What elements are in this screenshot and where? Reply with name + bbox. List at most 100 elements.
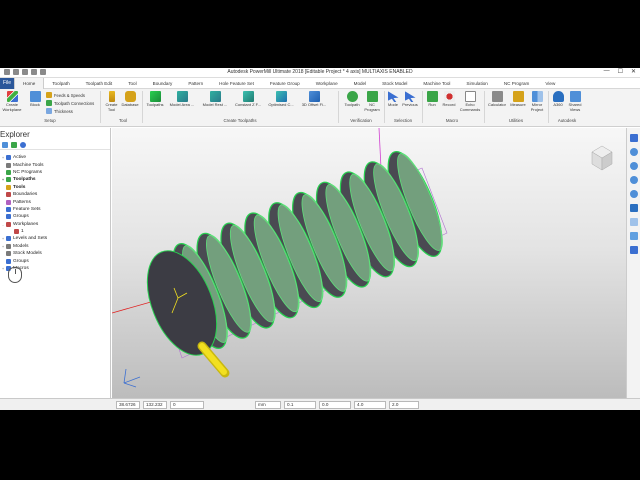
thickness-field[interactable]: 0.0 bbox=[319, 400, 351, 409]
calculator-button[interactable]: Calculator bbox=[486, 91, 508, 108]
diameter-field[interactable]: 4.0 bbox=[354, 400, 386, 409]
stepover-field[interactable]: 2.0 bbox=[389, 400, 419, 409]
explorer-node-1[interactable]: 1 bbox=[0, 228, 110, 235]
explorer-node-boundaries[interactable]: Boundaries bbox=[0, 191, 110, 198]
macro-run-button[interactable]: Run bbox=[425, 91, 439, 108]
maximize-button[interactable]: ☐ bbox=[618, 68, 623, 75]
tool-icon bbox=[108, 91, 115, 102]
toolpaths-button[interactable]: Toolpaths bbox=[144, 91, 166, 108]
model-view bbox=[112, 128, 613, 388]
zoom-fit-icon[interactable] bbox=[629, 176, 638, 184]
tab-view[interactable]: View bbox=[537, 78, 563, 89]
tab-tool[interactable]: Tool bbox=[120, 78, 144, 89]
explorer-filter-icon[interactable] bbox=[2, 141, 8, 148]
zoom-box-icon[interactable] bbox=[629, 190, 638, 198]
verify-toolpath-button[interactable]: Toolpath bbox=[341, 91, 363, 108]
explorer-node-machine-tools[interactable]: Machine Tools bbox=[0, 161, 110, 168]
cutting-tool-highlight bbox=[199, 343, 227, 375]
mirror-project-button[interactable]: Mirror Project bbox=[527, 91, 547, 112]
shared-views-button[interactable]: Shared Views bbox=[566, 91, 584, 112]
3d-offset-icon bbox=[308, 91, 320, 102]
select-icon[interactable] bbox=[629, 246, 638, 254]
zoom-out-icon[interactable] bbox=[629, 162, 638, 170]
units-field[interactable]: mm bbox=[255, 400, 281, 409]
tolerance-field[interactable]: 0.1 bbox=[284, 400, 316, 409]
explorer-node-label: Groups bbox=[13, 214, 29, 220]
minimize-button[interactable]: — bbox=[604, 68, 610, 75]
explorer-node-stock-models[interactable]: Stock Models bbox=[0, 250, 110, 257]
connections-icon bbox=[46, 100, 52, 106]
tab-home[interactable]: Home bbox=[14, 77, 45, 89]
tool-database-button[interactable]: Database bbox=[119, 91, 141, 108]
workplane-icon bbox=[6, 91, 18, 102]
block-button[interactable]: Block bbox=[26, 91, 44, 108]
macro-record-button[interactable]: Record bbox=[440, 91, 458, 108]
group-label-verification: Verification bbox=[350, 118, 372, 123]
model-rest-clearance-button[interactable]: Model Rest ... bbox=[199, 91, 231, 108]
shaded-edges-icon[interactable] bbox=[629, 232, 638, 240]
explorer-refresh-icon[interactable] bbox=[11, 141, 17, 148]
create-workplane-button[interactable]: Create Workplane bbox=[2, 91, 22, 112]
explorer-node-nc-programs[interactable]: NC Programs bbox=[0, 169, 110, 176]
tab-toolpath[interactable]: Toolpath bbox=[44, 78, 77, 89]
explorer-node-groups[interactable]: Groups bbox=[0, 213, 110, 220]
wireframe-icon[interactable] bbox=[629, 218, 638, 226]
tab-toolpath-edit[interactable]: Toolpath Edit bbox=[78, 78, 121, 89]
ribbon-separator bbox=[422, 91, 423, 123]
explorer-node-groups[interactable]: Groups bbox=[0, 257, 110, 264]
constant-z-finishing-button[interactable]: Constant Z F... bbox=[232, 91, 264, 108]
tab-workplane[interactable]: Workplane bbox=[308, 78, 346, 89]
explorer-node-workplanes[interactable]: - Workplanes bbox=[0, 221, 110, 228]
explorer-node-toolpaths[interactable]: + Toolpaths bbox=[0, 176, 110, 183]
explorer-node-feature-sets[interactable]: Feature Sets bbox=[0, 206, 110, 213]
view-iso-icon[interactable] bbox=[629, 134, 638, 142]
ribbon-separator bbox=[548, 91, 549, 123]
toolpath-connections-button[interactable]: Toolpath Connections bbox=[46, 100, 94, 106]
explorer-node-label: Stock Models bbox=[13, 251, 42, 257]
thickness-button[interactable]: Thickness bbox=[46, 108, 73, 114]
view-cube-icon[interactable] bbox=[591, 145, 613, 171]
verify-nc-program-button[interactable]: NC Program bbox=[362, 91, 382, 112]
z-coordinate: 0 bbox=[170, 400, 204, 409]
tab-model[interactable]: Model bbox=[346, 78, 375, 89]
ribbon: Create Workplane Block Feeds & Speeds To… bbox=[0, 89, 640, 127]
explorer-node-models[interactable]: + Models bbox=[0, 243, 110, 250]
database-icon bbox=[124, 91, 136, 102]
measure-button[interactable]: Measure bbox=[508, 91, 528, 108]
close-button[interactable]: ✕ bbox=[631, 68, 636, 75]
echo-commands-button[interactable]: Echo Commands bbox=[458, 91, 482, 112]
feeds-speeds-button[interactable]: Feeds & Speeds bbox=[46, 92, 85, 98]
record-macro-icon bbox=[443, 91, 455, 102]
optimised-constant-z-button[interactable]: Optimised C... bbox=[265, 91, 297, 108]
tab-feature-group[interactable]: Feature Group bbox=[262, 78, 308, 89]
tab-hole-feature-set[interactable]: Hole Feature Set bbox=[211, 78, 262, 89]
explorer-settings-icon[interactable] bbox=[20, 141, 26, 148]
a360-button[interactable]: A360 bbox=[550, 91, 566, 108]
3d-offset-finishing-button[interactable]: 3D Offset Fi... bbox=[298, 91, 330, 108]
explorer-node-patterns[interactable]: Patterns bbox=[0, 198, 110, 205]
ribbon-separator bbox=[100, 91, 101, 123]
tab-stock-model[interactable]: Stock Model bbox=[374, 78, 415, 89]
mirror-project-icon bbox=[531, 91, 543, 102]
ribbon-separator bbox=[142, 91, 143, 123]
selection-mode-button[interactable]: Mode bbox=[386, 91, 400, 108]
group-label-macro: Macro bbox=[445, 118, 459, 123]
tab-boundary[interactable]: Boundary bbox=[145, 78, 181, 89]
explorer-node-tools[interactable]: Tools bbox=[0, 184, 110, 191]
tab-simulation[interactable]: Simulation bbox=[458, 78, 495, 89]
create-tool-button[interactable]: Create Tool bbox=[103, 91, 120, 112]
graphics-viewport[interactable] bbox=[112, 128, 626, 398]
selection-previous-button[interactable]: Previous bbox=[400, 91, 420, 108]
shaded-icon[interactable] bbox=[629, 204, 638, 212]
explorer-node-active[interactable]: + Active bbox=[0, 154, 110, 161]
model-area-clearance-button[interactable]: Model Area ... bbox=[167, 91, 197, 108]
explorer-node-label: Levels and Sets bbox=[13, 236, 48, 242]
zoom-in-icon[interactable] bbox=[629, 148, 638, 156]
cursor-mode-icon bbox=[387, 91, 399, 102]
explorer-node-label: Workplanes bbox=[13, 221, 39, 227]
tab-nc-program[interactable]: NC Program bbox=[496, 78, 538, 89]
tab-pattern[interactable]: Pattern bbox=[180, 78, 211, 89]
tab-machine-tool[interactable]: Machine Tool bbox=[415, 78, 458, 89]
tab-file[interactable]: File bbox=[0, 77, 14, 89]
explorer-node-levels-and-sets[interactable]: + Levels and Sets bbox=[0, 235, 110, 242]
